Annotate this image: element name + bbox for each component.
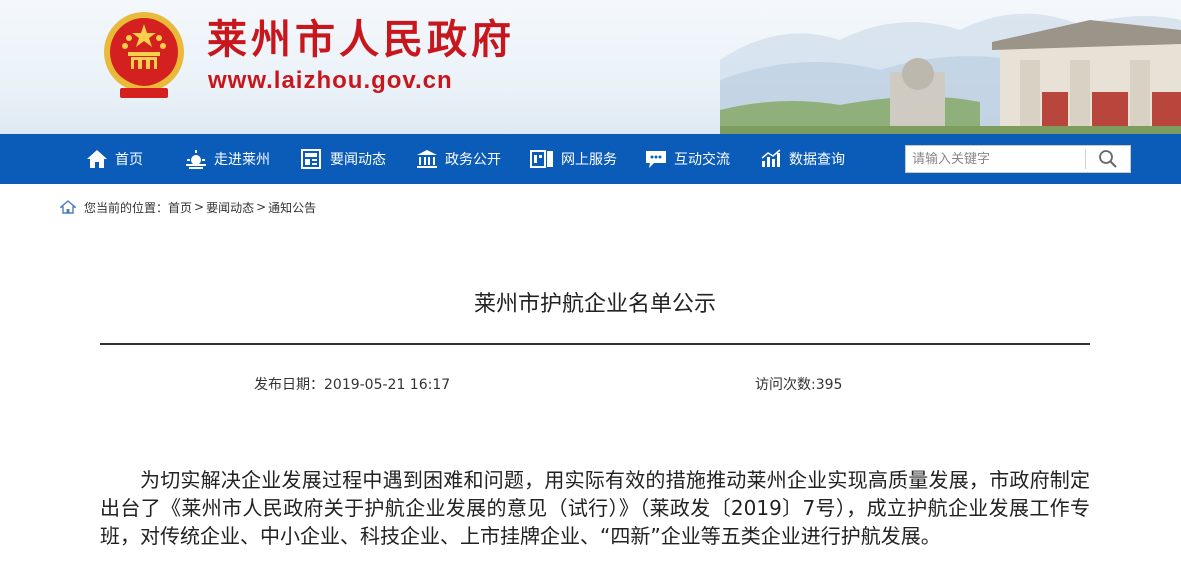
site-title: 莱州市人民政府 xyxy=(207,16,515,63)
government-building-icon xyxy=(417,150,437,168)
nav-item-news[interactable]: 要闻动态 xyxy=(301,134,386,184)
nav-label: 网上服务 xyxy=(561,152,617,168)
news-icon xyxy=(301,149,321,169)
home-icon xyxy=(60,200,76,214)
publish-date: 发布日期：2019-05-21 16:17 xyxy=(254,377,451,393)
site-url: www.laizhou.gov.cn xyxy=(208,67,453,94)
nav-label: 互动交流 xyxy=(674,152,730,168)
breadcrumb-prefix: 您当前的位置： xyxy=(84,200,169,215)
article-title: 莱州市护航企业名单公示 xyxy=(473,292,716,317)
national-emblem-icon xyxy=(104,12,184,98)
nav-label: 要闻动态 xyxy=(330,152,386,168)
search-button[interactable] xyxy=(1086,146,1130,172)
article-body: 为切实解决企业发展过程中遇到困难和问题，用实际有效的措施推动莱州企业实现高质量发… xyxy=(100,468,1090,548)
search-icon xyxy=(1099,150,1117,168)
nav-item-data-query[interactable]: 数据查询 xyxy=(760,134,845,184)
breadcrumb-separator: > xyxy=(256,200,267,214)
nav-item-interaction[interactable]: 互动交流 xyxy=(645,134,730,184)
online-service-icon xyxy=(530,150,553,168)
nav-item-gov-affairs[interactable]: 政务公开 xyxy=(416,134,501,184)
bar-chart-icon xyxy=(761,149,781,167)
title-divider xyxy=(100,343,1090,345)
nav-item-online-service[interactable]: 网上服务 xyxy=(530,134,617,184)
nav-item-about-laizhou[interactable]: 走进莱州 xyxy=(185,134,270,184)
header-banner: 莱州市人民政府 www.laizhou.gov.cn xyxy=(0,0,1181,134)
sunrise-icon xyxy=(186,150,206,169)
nav-label: 数据查询 xyxy=(789,152,845,168)
nav-label: 走进莱州 xyxy=(214,152,270,168)
nav-item-home[interactable]: 首页 xyxy=(86,134,143,184)
chat-icon xyxy=(646,151,666,168)
nav-label: 政务公开 xyxy=(445,152,501,168)
nav-label: 首页 xyxy=(115,152,143,168)
search-input[interactable] xyxy=(906,146,1086,172)
breadcrumb-separator: > xyxy=(194,200,205,214)
home-icon xyxy=(87,150,107,168)
search-box xyxy=(905,145,1131,173)
breadcrumb-home-link[interactable]: 首页 xyxy=(168,199,192,216)
visit-count: 访问次数:395 xyxy=(755,377,843,393)
archway-scenery-image xyxy=(720,13,1181,134)
breadcrumb-news-link[interactable]: 要闻动态 xyxy=(206,199,254,216)
breadcrumb-notice-link[interactable]: 通知公告 xyxy=(268,199,316,216)
breadcrumb: 您当前的位置： 首页 > 要闻动态 > 通知公告 xyxy=(60,198,316,216)
